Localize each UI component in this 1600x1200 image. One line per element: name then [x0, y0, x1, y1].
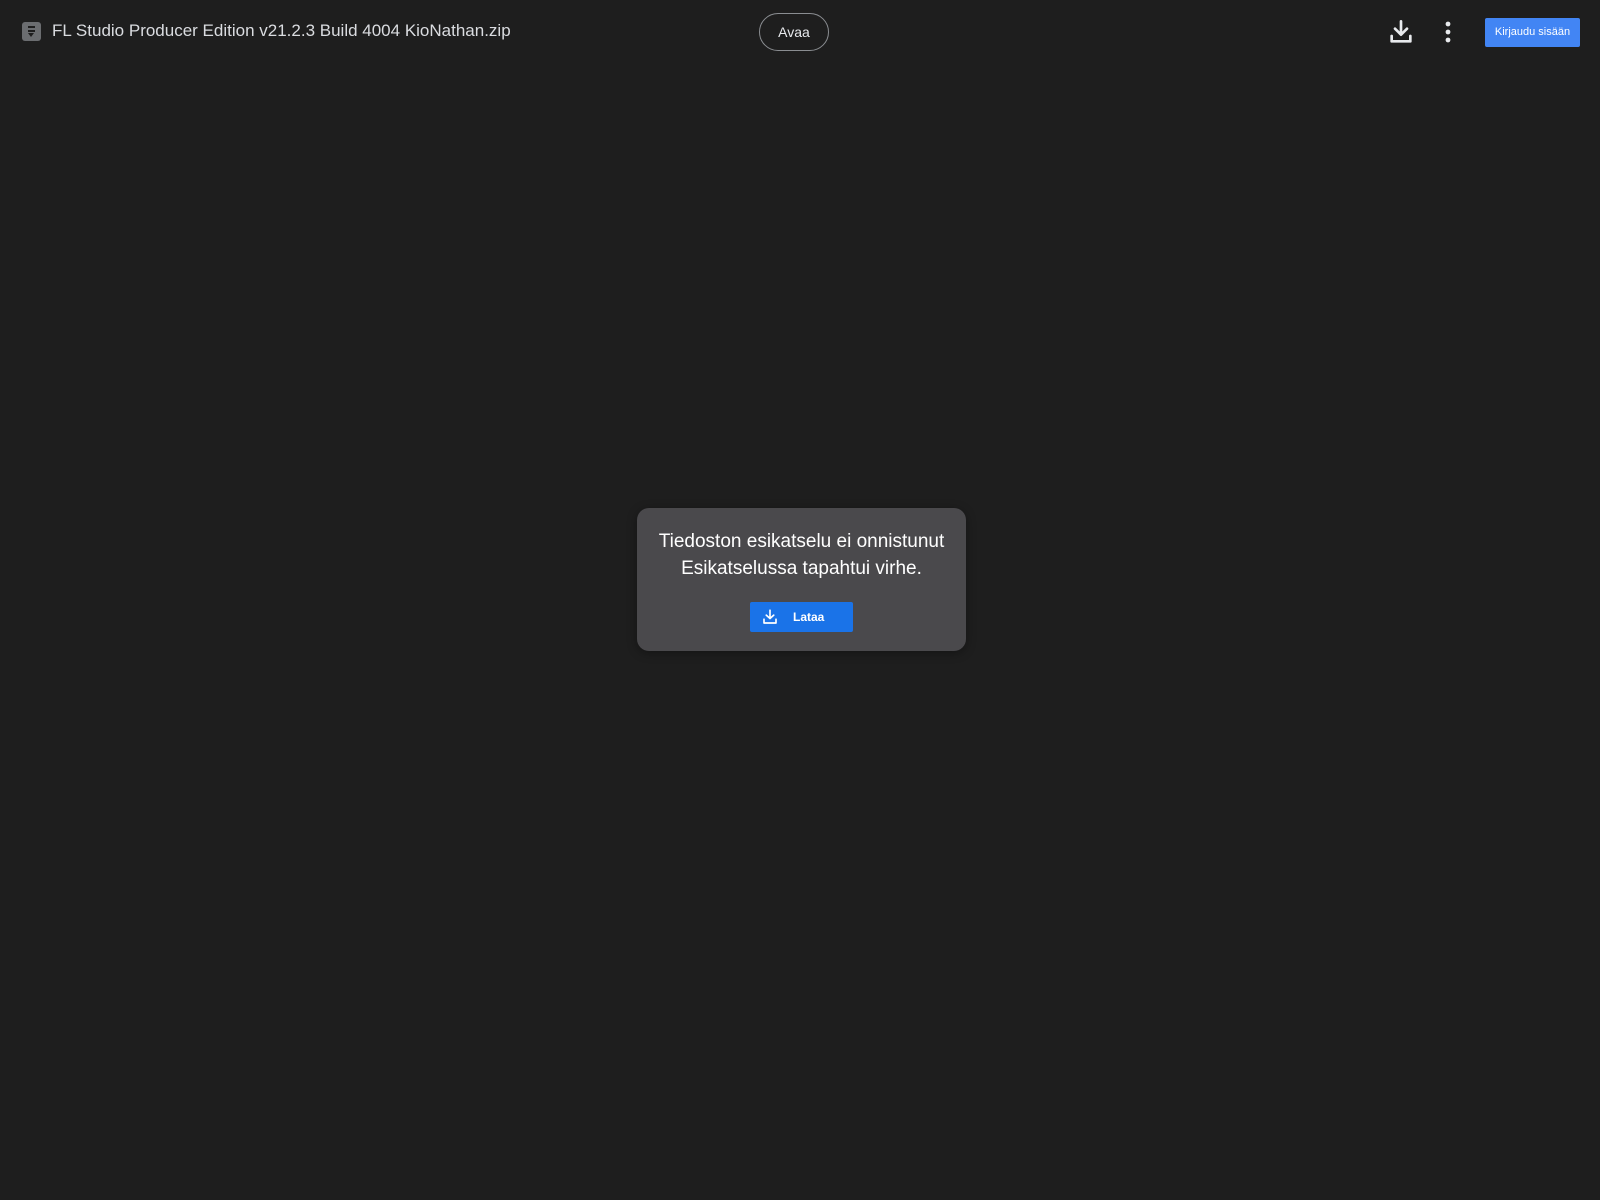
top-bar: FL Studio Producer Edition v21.2.3 Build…: [0, 0, 1600, 64]
more-vert-icon[interactable]: [1432, 16, 1464, 48]
archive-file-icon: [22, 22, 41, 41]
preview-error-card: Tiedoston esikatselu ei onnistunut Esika…: [637, 508, 966, 651]
sign-in-button[interactable]: Kirjaudu sisään: [1485, 18, 1580, 47]
download-button-label: Lataa: [793, 610, 825, 624]
download-icon[interactable]: [1385, 16, 1417, 48]
file-title: FL Studio Producer Edition v21.2.3 Build…: [52, 21, 511, 40]
open-button[interactable]: Avaa: [759, 13, 829, 51]
error-title: Tiedoston esikatselu ei onnistunut: [658, 531, 945, 552]
error-message: Esikatselussa tapahtui virhe.: [681, 558, 922, 579]
download-icon: [761, 608, 779, 626]
download-button[interactable]: Lataa: [750, 602, 853, 632]
